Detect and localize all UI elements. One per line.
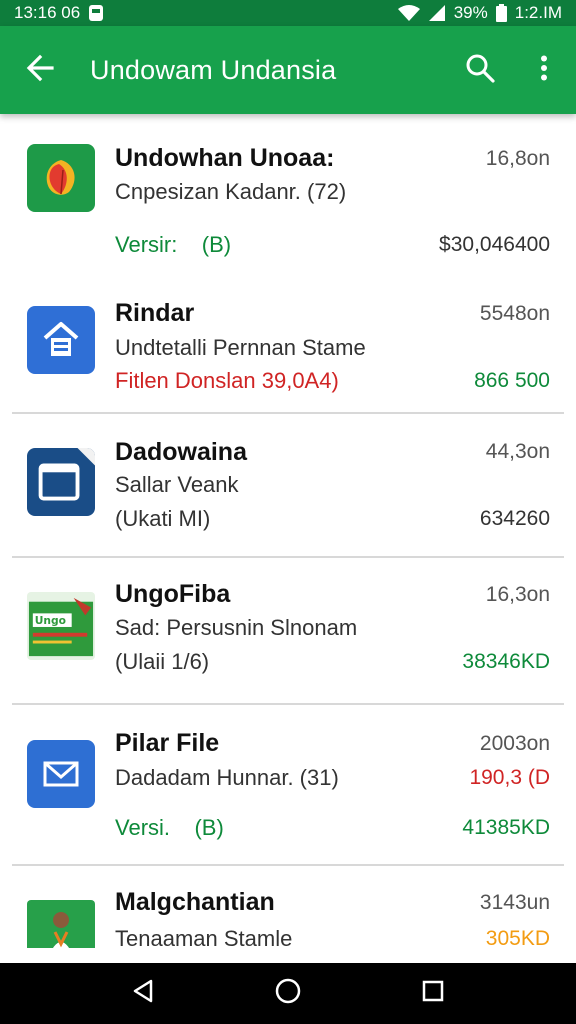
list-item[interactable]: Malgchantian 3143un Tenaaman Stamle 305K…	[0, 864, 576, 963]
back-triangle-icon	[130, 978, 156, 1009]
wifi-icon	[397, 4, 420, 22]
back-button[interactable]	[0, 26, 80, 114]
app-subtitle: Sad: Persusnin Slnonam	[115, 615, 358, 640]
back-arrow-icon	[26, 54, 54, 87]
battery-percent: 39%	[453, 3, 488, 22]
more-vert-icon	[540, 55, 548, 86]
app-size: 44,3on	[485, 440, 550, 463]
search-button[interactable]	[448, 26, 512, 114]
app-size: 3143un	[479, 891, 550, 914]
list-item[interactable]: Undowhan Unoaa: 16,8on Cnpesizan Kadanr.…	[0, 114, 576, 266]
app-status: Fitlen Donslan 39,0A4)	[115, 368, 339, 393]
app-title: Pilar File	[115, 729, 220, 757]
status-right: 39% 1:2.IM	[397, 3, 562, 23]
status-time-left: 13:16 06	[14, 3, 81, 22]
status-time-right: 1:2.IM	[514, 3, 562, 22]
status-bar: 13:16 06 39% 1:2.IM	[0, 0, 576, 26]
list-item[interactable]: Dadowaina 44,3on Sallar Veank (Ukati MI)…	[0, 412, 576, 556]
app-status: 190,3 (D	[469, 766, 550, 789]
system-nav-bar	[0, 963, 576, 1024]
app-size: 5548on	[479, 302, 550, 325]
nav-home-button[interactable]	[258, 963, 318, 1024]
app-subtitle: Cnpesizan Kadanr. (72)	[115, 179, 347, 204]
more-options-button[interactable]	[512, 26, 576, 114]
app-list: Undowhan Unoaa: 16,8on Cnpesizan Kadanr.…	[0, 114, 576, 963]
list-item[interactable]: Rindar 5548on Undtetalli Pernnan Stame F…	[0, 266, 576, 412]
app-bar: Undowam Undansia	[0, 26, 576, 114]
leaf-app-icon	[27, 144, 95, 212]
app-version: (Ulaii 1/6)	[115, 649, 210, 674]
app-subtitle: Dadadam Hunnar. (31)	[115, 765, 339, 790]
app-price: $30,046400	[439, 233, 550, 256]
svg-text:Ungo: Ungo	[35, 614, 66, 627]
page-title: Undowam Undansia	[90, 54, 337, 85]
nav-back-button[interactable]	[113, 963, 173, 1024]
app-price: 866 500	[474, 369, 550, 392]
app-title: Malgchantian	[115, 888, 275, 916]
house-app-icon	[27, 306, 95, 374]
app-subtitle: Undtetalli Pernnan Stame	[115, 335, 366, 360]
app-title: UngoFiba	[115, 580, 231, 608]
app-size: 16,3on	[485, 583, 550, 606]
app-title: Dadowaina	[115, 438, 247, 466]
person-app-icon	[27, 900, 95, 963]
notification-icon	[88, 4, 104, 22]
home-circle-icon	[274, 977, 302, 1010]
app-price: 305KD	[485, 927, 550, 950]
banner-app-icon: Ungo	[27, 592, 95, 660]
mail-app-icon	[27, 740, 95, 808]
app-title: Undowhan Unoaa:	[115, 144, 335, 172]
app-subtitle: Tenaaman Stamle	[115, 926, 293, 951]
app-size: 16,8on	[485, 147, 550, 170]
app-version: Versi. (B)	[115, 815, 224, 840]
nav-recents-button[interactable]	[403, 963, 463, 1024]
signal-icon	[428, 4, 446, 22]
app-version: Versir: (B)	[115, 232, 232, 257]
list-item[interactable]: Ungo UngoFiba 16,3on Sad: Persusnin Slno…	[0, 556, 576, 703]
app-title: Rindar	[115, 299, 195, 327]
app-price: 38346KD	[462, 650, 550, 673]
app-subtitle: Sallar Veank	[115, 472, 239, 497]
recents-square-icon	[421, 979, 445, 1008]
app-price: 41385KD	[462, 816, 550, 839]
search-icon	[465, 53, 495, 88]
list-item[interactable]: Pilar File 2003on Dadadam Hunnar. (31) 1…	[0, 703, 576, 864]
status-left: 13:16 06	[14, 3, 104, 23]
app-size: 2003on	[479, 732, 550, 755]
battery-icon	[495, 4, 507, 22]
app-version: (Ukati MI)	[115, 506, 211, 531]
app-price: 634260	[479, 507, 550, 530]
window-app-icon	[27, 448, 95, 516]
